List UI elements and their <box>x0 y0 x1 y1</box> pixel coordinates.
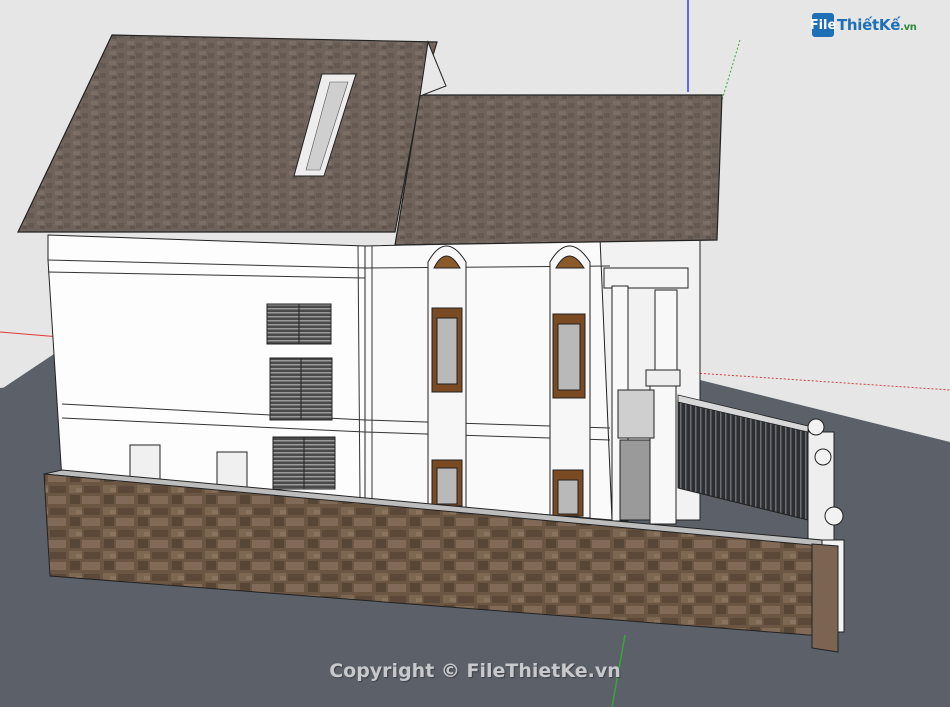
stone-wall-end <box>811 543 839 653</box>
door <box>129 444 161 482</box>
logo-text-main: ThiếtKế <box>837 16 901 34</box>
roof-right <box>394 94 723 246</box>
door <box>216 451 248 489</box>
logo-text-suffix: .vn <box>900 22 917 33</box>
louver-window <box>266 303 336 490</box>
copyright-watermark: Copyright © FileThietKe.vn <box>329 660 621 682</box>
sketchup-3d-render <box>0 0 950 707</box>
arched-window <box>549 245 591 519</box>
arched-window <box>427 245 467 509</box>
site-logo: File ThiếtKế.vn <box>810 10 917 40</box>
logo-text: ThiếtKế.vn <box>837 16 917 34</box>
logo-mark: File <box>810 13 836 37</box>
